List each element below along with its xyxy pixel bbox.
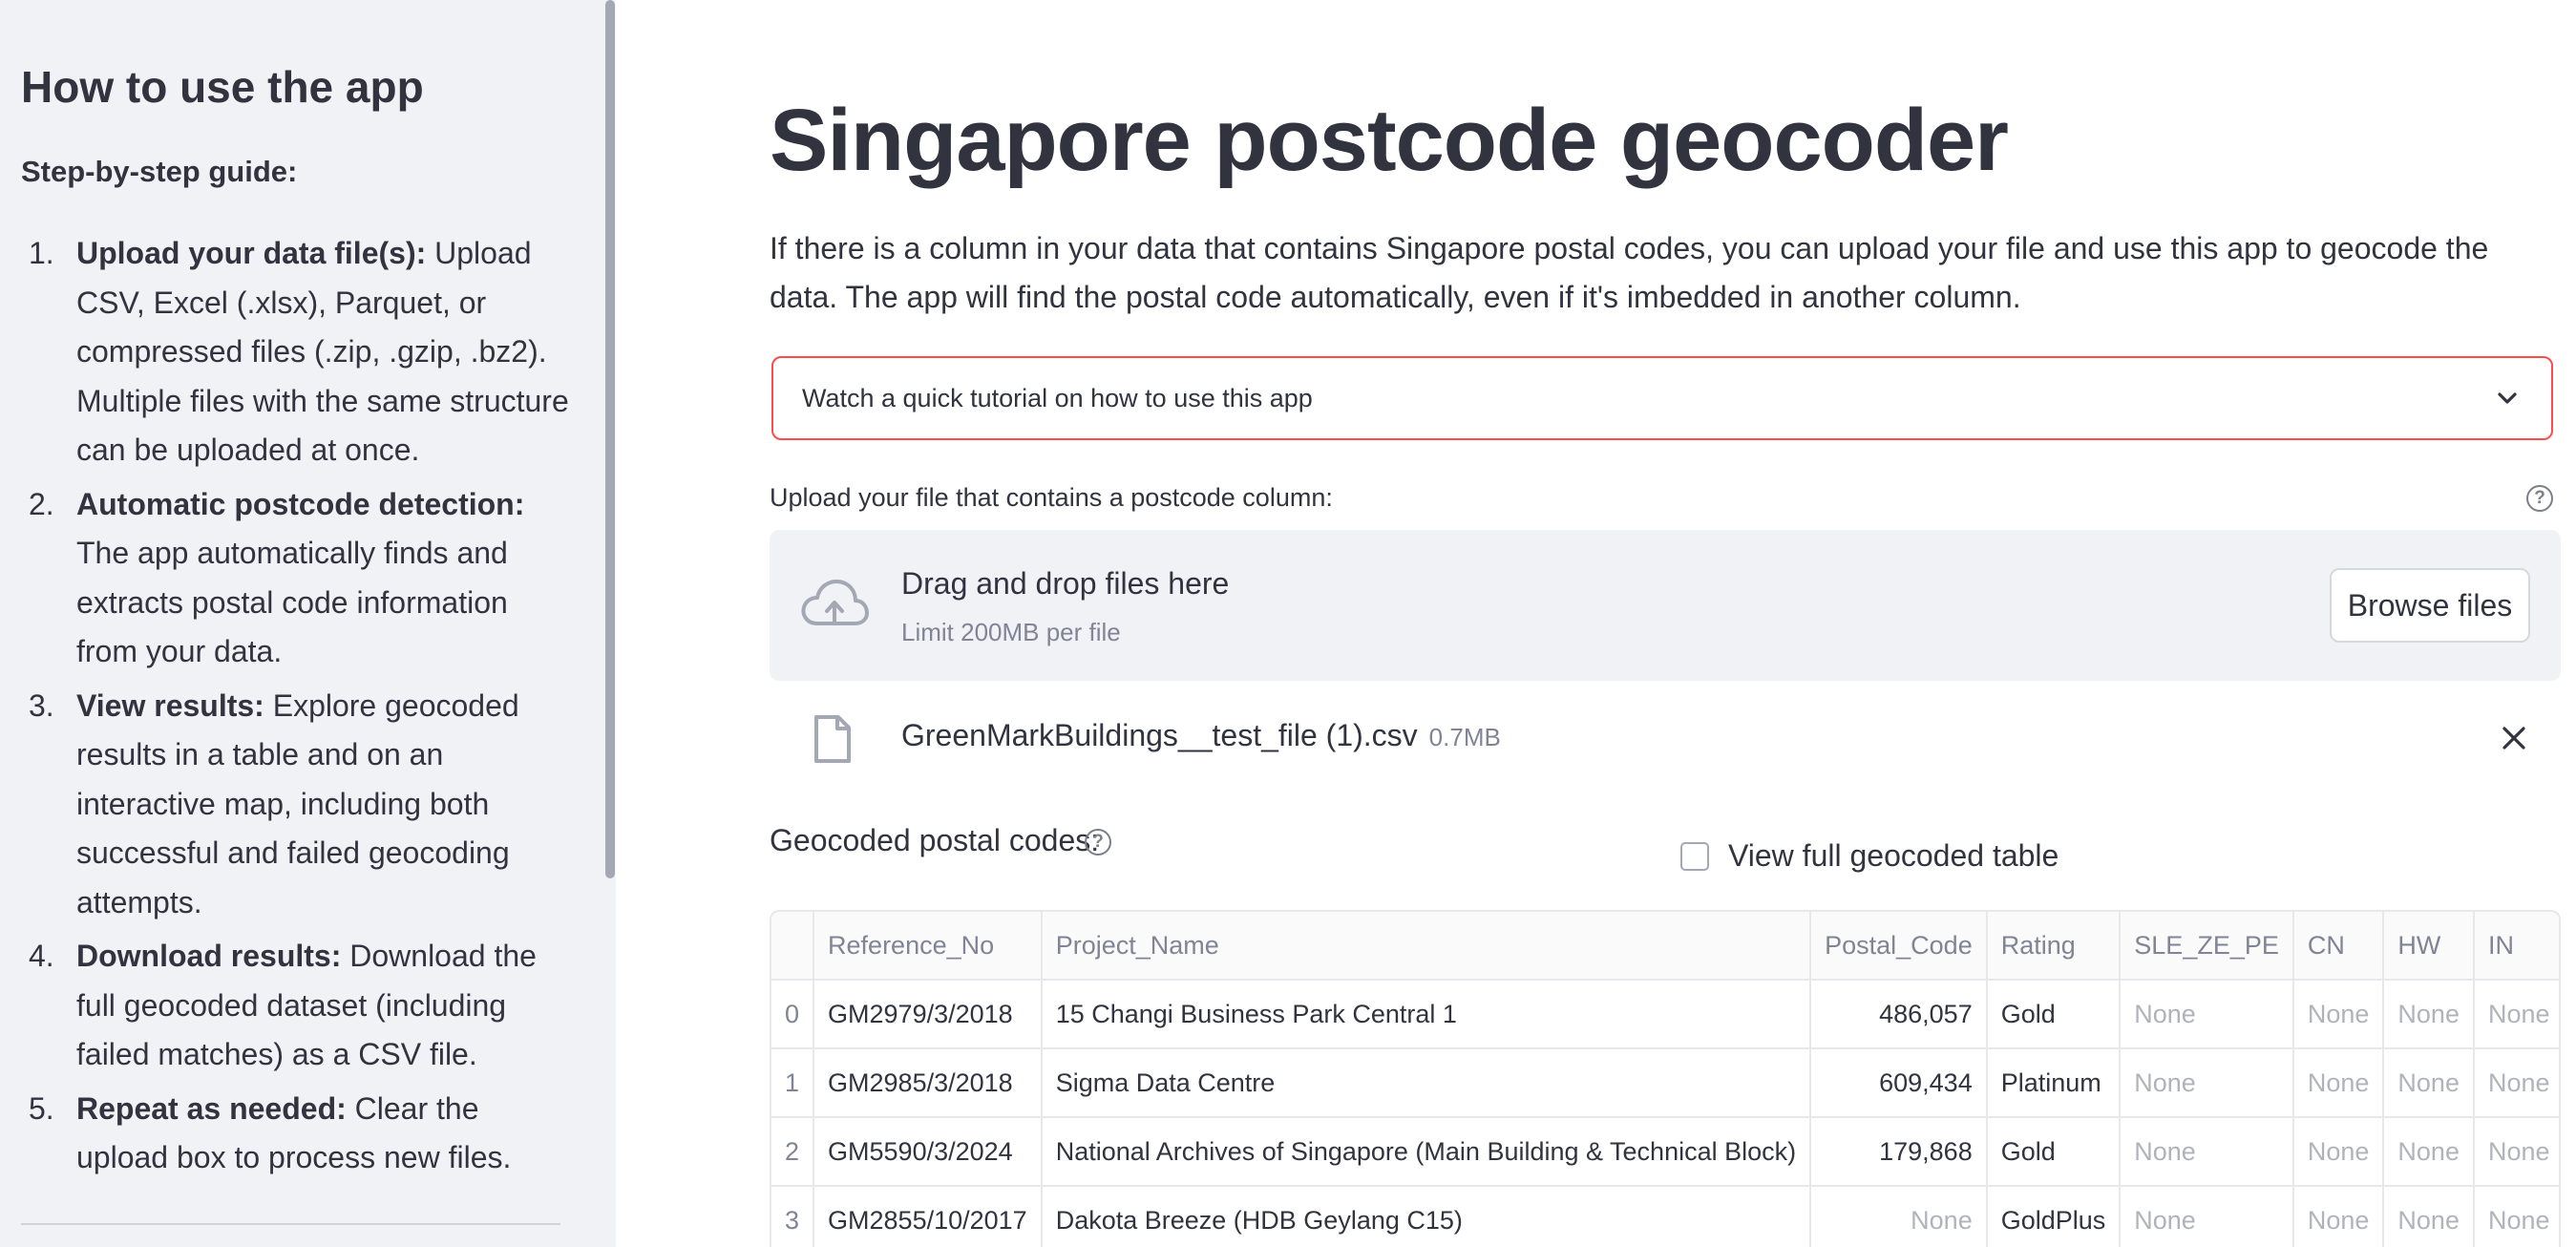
table-row[interactable]: 1 GM2985/3/2018 Sigma Data Centre 609,43… (771, 1048, 2559, 1118)
cell-postal-code: None (1810, 1186, 1988, 1247)
file-name: GreenMarkBuildings__test_file (1).csv 0.7… (901, 718, 1501, 753)
step-number: 1. (29, 236, 54, 270)
cell-project-name: National Archives of Singapore (Main Bui… (1041, 1117, 1812, 1187)
tutorial-expander-label: Watch a quick tutorial on how to use thi… (802, 383, 1313, 412)
cell-project-name: Dakota Breeze (HDB Geylang C15) (1041, 1186, 1812, 1247)
table-row[interactable]: 0 GM2979/3/2018 15 Changi Business Park … (771, 980, 2559, 1049)
sidebar-divider (21, 1223, 560, 1225)
cell-rating: GoldPlus (1986, 1186, 2122, 1247)
dropzone-limit: Limit 200MB per file (901, 618, 1121, 646)
step-heading: Download results: (76, 939, 342, 973)
cell-hw: None (2383, 980, 2475, 1049)
cell-in: None (2473, 1117, 2559, 1187)
cell-cn: None (2292, 1048, 2385, 1118)
cell-sle-ze-pe: None (2120, 1048, 2294, 1118)
cell-project-name: 15 Changi Business Park Central 1 (1041, 980, 1812, 1049)
cloud-upload-icon (801, 580, 869, 625)
cell-postal-code: 609,434 (1810, 1048, 1988, 1118)
row-index: 2 (771, 1117, 815, 1187)
help-icon[interactable]: ? (2526, 485, 2553, 512)
cell-postal-code: 486,057 (1810, 980, 1988, 1049)
sidebar-title: How to use the app (21, 62, 424, 112)
column-header-in[interactable]: IN (2473, 912, 2559, 981)
cell-reference-no: GM5590/3/2024 (813, 1117, 1043, 1187)
cell-in: None (2473, 980, 2559, 1049)
cell-cn: None (2292, 1117, 2385, 1187)
step-item-detection: 2. Automatic postcode detection: The app … (0, 480, 573, 677)
step-item-view: 3. View results: Explore geocoded results… (0, 682, 573, 928)
browse-files-button[interactable]: Browse files (2330, 568, 2530, 643)
file-icon (814, 715, 851, 763)
column-header-project-name[interactable]: Project_Name (1041, 912, 1812, 981)
sidebar-subtitle: Step-by-step guide: (21, 155, 298, 188)
step-list: 1. Upload your data file(s): Upload CSV, … (0, 229, 573, 1188)
column-header-reference-no[interactable]: Reference_No (813, 912, 1043, 981)
cell-hw: None (2383, 1117, 2475, 1187)
column-header-index[interactable] (771, 912, 815, 981)
cell-hw: None (2383, 1186, 2475, 1247)
step-number: 4. (29, 939, 54, 973)
uploaded-file: GreenMarkBuildings__test_file (1).csv 0.7… (770, 707, 2561, 775)
cell-in: None (2473, 1048, 2559, 1118)
cell-project-name: Sigma Data Centre (1041, 1048, 1812, 1118)
upload-label: Upload your file that contains a postcod… (770, 483, 1333, 512)
close-icon[interactable] (2500, 724, 2528, 752)
step-heading: Upload your data file(s): (76, 236, 427, 270)
column-header-hw[interactable]: HW (2383, 912, 2475, 981)
view-full-table-toggle[interactable]: View full geocoded table (1680, 838, 2059, 874)
step-text: Upload CSV, Excel (.xlsx), Parquet, or c… (76, 236, 569, 467)
file-size: 0.7MB (1428, 723, 1501, 751)
step-number: 5. (29, 1090, 54, 1126)
table-row[interactable]: 2 GM5590/3/2024 National Archives of Sin… (771, 1117, 2559, 1187)
cell-reference-no: GM2979/3/2018 (813, 980, 1043, 1049)
chevron-down-icon (2498, 392, 2517, 404)
table-row[interactable]: 3 GM2855/10/2017 Dakota Breeze (HDB Geyl… (771, 1186, 2559, 1247)
sidebar: How to use the app Step-by-step guide: 1… (0, 0, 616, 1247)
cell-sle-ze-pe: None (2120, 1186, 2294, 1247)
cell-reference-no: GM2985/3/2018 (813, 1048, 1043, 1118)
main-content: Singapore postcode geocoder If there is … (770, 0, 2561, 1247)
intro-text: If there is a column in your data that c… (770, 231, 2489, 314)
cell-rating: Platinum (1986, 1048, 2122, 1118)
cell-sle-ze-pe: None (2120, 980, 2294, 1049)
geocoded-table[interactable]: Reference_No Project_Name Postal_Code Ra… (770, 910, 2561, 1247)
column-header-postal-code[interactable]: Postal_Code (1810, 912, 1988, 981)
row-index: 3 (771, 1186, 815, 1247)
step-text: The app automatically finds and extracts… (76, 536, 508, 668)
geocoded-label: Geocoded postal codes: (770, 823, 1100, 857)
cell-cn: None (2292, 1186, 2385, 1247)
cell-rating: Gold (1986, 1117, 2122, 1187)
step-heading: Automatic postcode detection: (76, 486, 525, 521)
view-full-table-checkbox[interactable] (1680, 841, 1709, 871)
cell-rating: Gold (1986, 980, 2122, 1049)
row-index: 0 (771, 980, 815, 1049)
cell-cn: None (2292, 980, 2385, 1049)
view-full-table-label: View full geocoded table (1728, 838, 2059, 873)
step-heading: Repeat as needed: (76, 1090, 347, 1126)
cell-hw: None (2383, 1048, 2475, 1118)
column-header-sle-ze-pe[interactable]: SLE_ZE_PE (2120, 912, 2294, 981)
column-header-cn[interactable]: CN (2292, 912, 2385, 981)
table-header-row: Reference_No Project_Name Postal_Code Ra… (771, 912, 2559, 981)
step-heading: View results: (76, 687, 264, 723)
step-item-download: 4. Download results: Download the full ge… (0, 932, 573, 1080)
cell-reference-no: GM2855/10/2017 (813, 1186, 1043, 1247)
dropzone-title: Drag and drop files here (901, 566, 1230, 601)
page-title: Singapore postcode geocoder (770, 92, 2009, 189)
step-number: 3. (29, 687, 54, 723)
step-number: 2. (29, 486, 54, 521)
file-dropzone[interactable]: Drag and drop files here Limit 200MB per… (770, 530, 2561, 681)
cell-postal-code: 179,868 (1810, 1117, 1988, 1187)
row-index: 1 (771, 1048, 815, 1118)
sidebar-scrollbar[interactable] (605, 0, 615, 878)
help-icon[interactable]: ? (1085, 829, 1111, 856)
step-item-upload: 1. Upload your data file(s): Upload CSV, … (0, 229, 573, 476)
file-name-text: GreenMarkBuildings__test_file (1).csv (901, 718, 1418, 752)
tutorial-expander[interactable]: Watch a quick tutorial on how to use thi… (771, 356, 2553, 440)
column-header-rating[interactable]: Rating (1986, 912, 2122, 981)
cell-in: None (2473, 1186, 2559, 1247)
step-item-repeat: 5. Repeat as needed: Clear the upload box… (0, 1085, 573, 1183)
cell-sle-ze-pe: None (2120, 1117, 2294, 1187)
